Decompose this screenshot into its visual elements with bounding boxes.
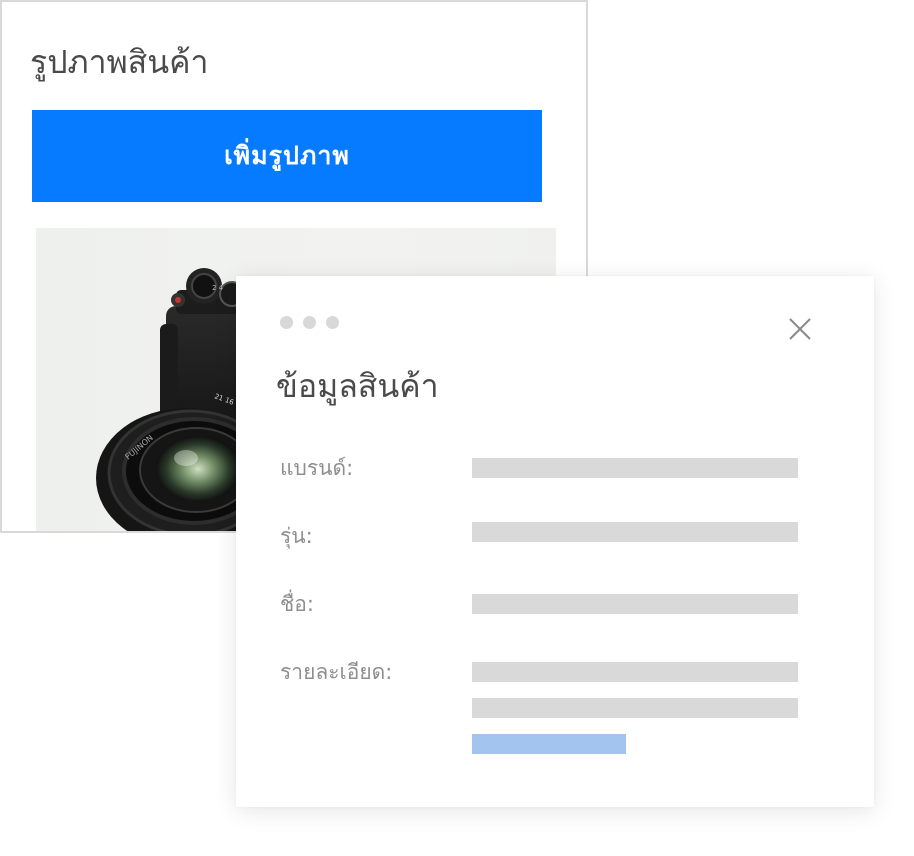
- info-card-title: ข้อมูลสินค้า: [276, 367, 439, 405]
- description-field-line-highlight[interactable]: [472, 734, 626, 754]
- svg-text:2 4: 2 4: [212, 284, 224, 292]
- brand-label: แบรนด์:: [280, 456, 354, 480]
- window-dot: [280, 316, 293, 329]
- close-button[interactable]: [782, 311, 818, 347]
- name-label: ชื่อ:: [280, 592, 314, 616]
- description-field-line[interactable]: [472, 662, 798, 682]
- name-field[interactable]: [472, 594, 798, 614]
- add-image-button[interactable]: เพิ่มรูปภาพ: [32, 110, 542, 202]
- image-panel-title: รูปภาพสินค้า: [30, 43, 209, 81]
- description-label: รายละเอียด:: [280, 660, 393, 684]
- close-icon: [789, 318, 811, 340]
- brand-field[interactable]: [472, 458, 798, 478]
- description-field-line[interactable]: [472, 698, 798, 718]
- window-dots: [280, 316, 339, 329]
- product-info-card: ข้อมูลสินค้า แบรนด์: รุ่น: ชื่อ: รายละเอ…: [236, 276, 874, 807]
- model-label: รุ่น:: [280, 524, 313, 548]
- window-dot: [303, 316, 316, 329]
- window-dot: [326, 316, 339, 329]
- model-field[interactable]: [472, 522, 798, 542]
